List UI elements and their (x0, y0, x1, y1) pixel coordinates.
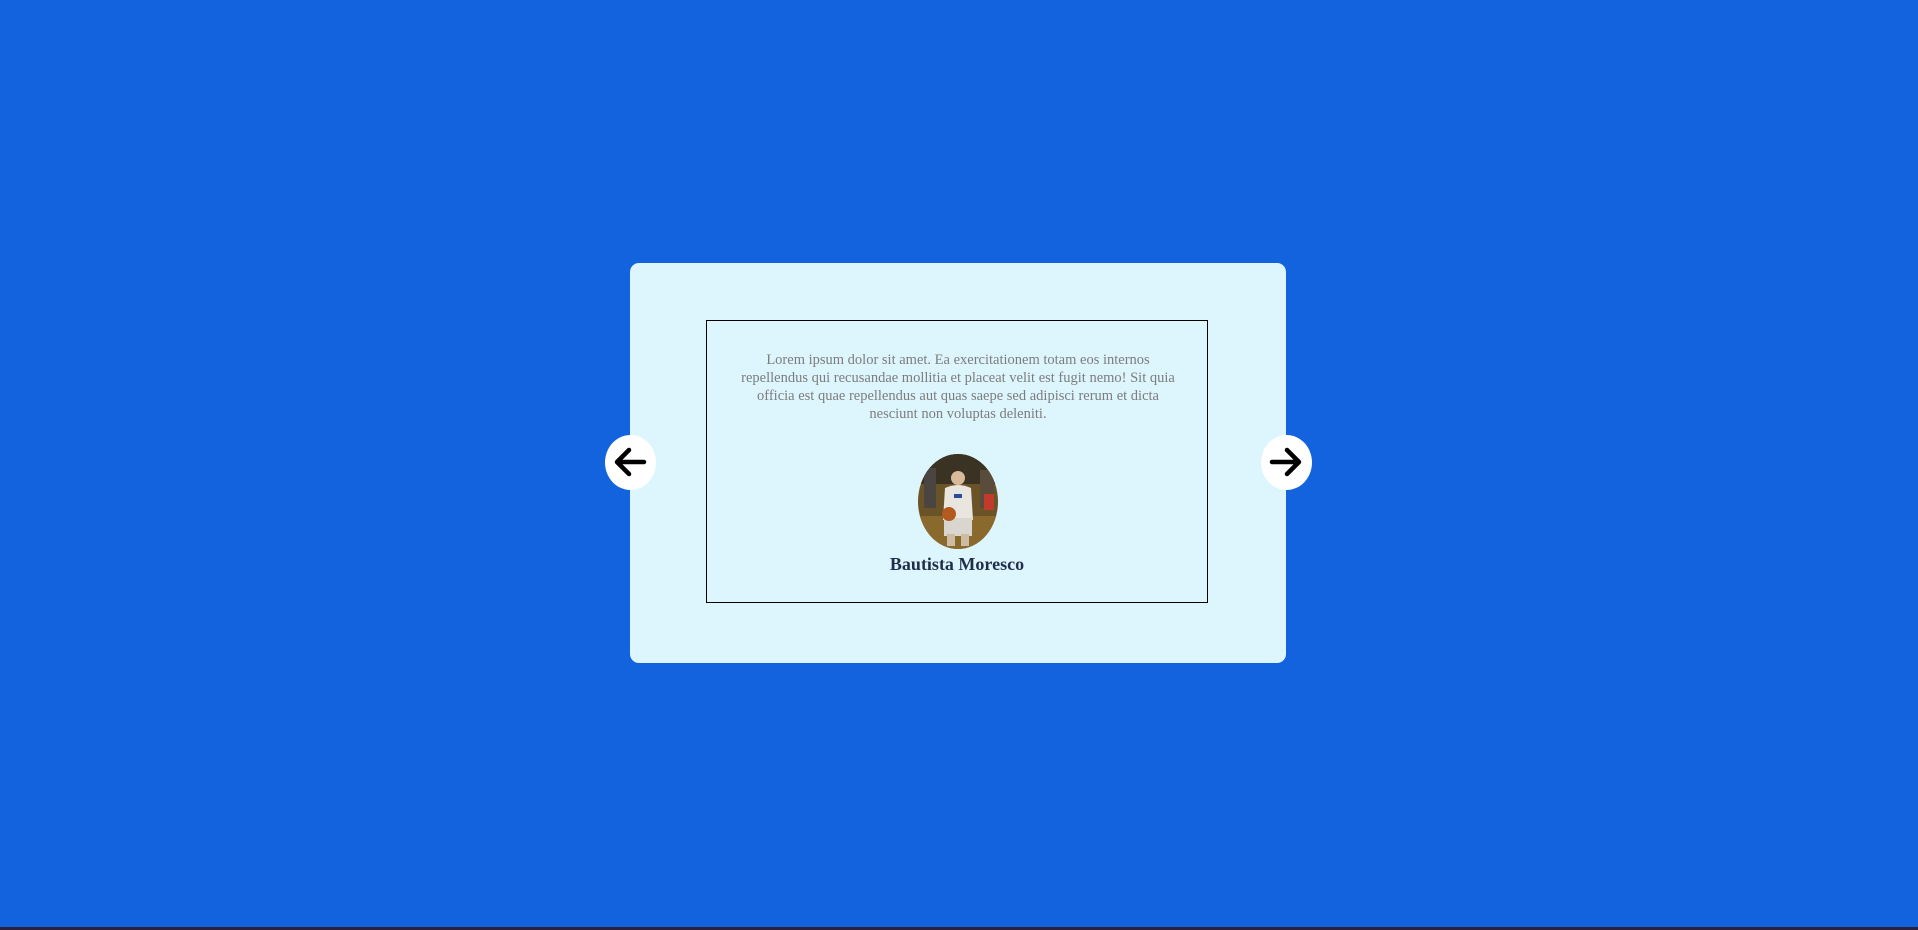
testimonial-card: Lorem ipsum dolor sit amet. Ea exercitat… (630, 263, 1286, 663)
avatar-photo (918, 454, 998, 549)
arrow-right-icon (1269, 447, 1302, 477)
testimonial-quote: Lorem ipsum dolor sit amet. Ea exercitat… (741, 352, 1175, 422)
next-button[interactable] (1261, 435, 1312, 490)
previous-button[interactable] (605, 435, 656, 490)
arrow-left-icon (614, 447, 647, 477)
testimonial-content: Lorem ipsum dolor sit amet. Ea exercitat… (706, 320, 1208, 603)
testimonial-author-name: Bautista Moresco (889, 554, 1025, 574)
avatar (918, 454, 998, 549)
